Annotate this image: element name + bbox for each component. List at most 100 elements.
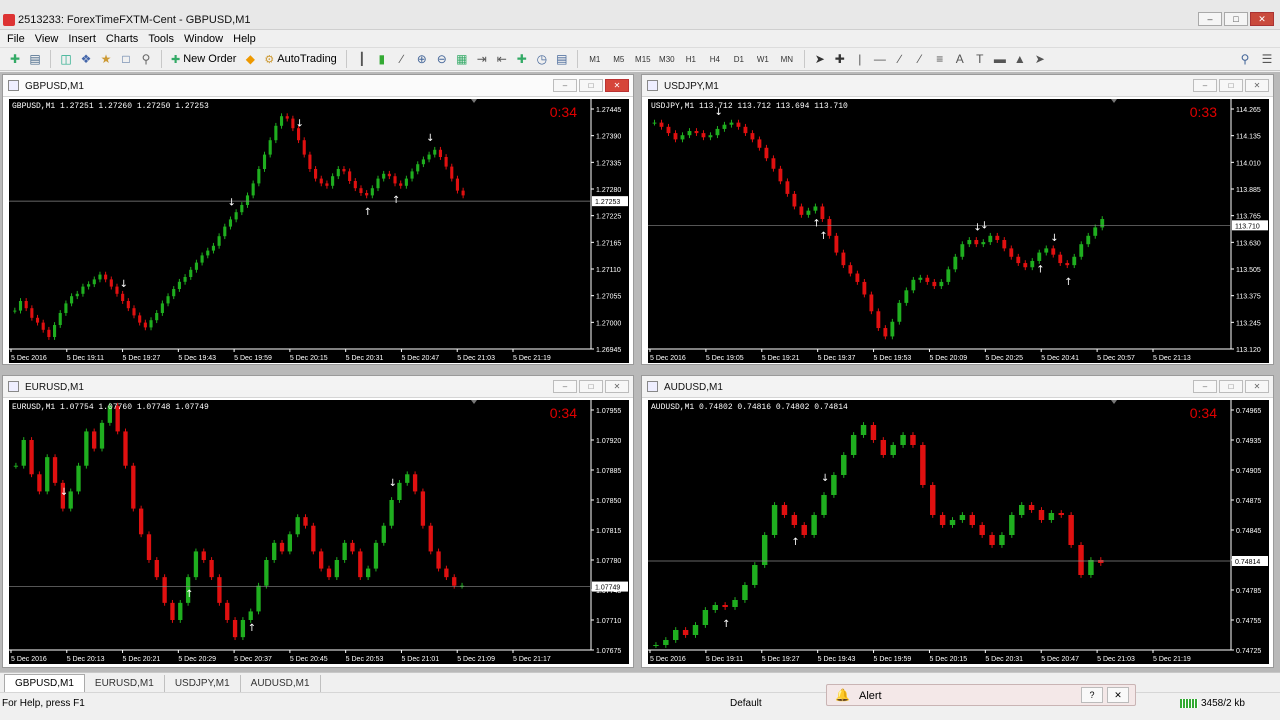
close-button[interactable]: ✕ (1250, 12, 1274, 26)
close-button[interactable]: ✕ (1107, 687, 1129, 703)
chart-shift-icon[interactable]: ⇤ (493, 50, 511, 68)
tile-windows-icon[interactable]: ▦ (453, 50, 471, 68)
maximize-button[interactable]: □ (1219, 79, 1243, 92)
close-button[interactable]: ✕ (1245, 380, 1269, 393)
minimize-button[interactable]: – (1193, 79, 1217, 92)
chart-window-usdjpy[interactable]: USDJPY,M1 – □ ✕ 114.265 114.135 114.010 113.8… (641, 74, 1274, 365)
candle-body (771, 158, 776, 169)
chart-window-titlebar[interactable]: EURUSD,M1 – □ ✕ (3, 376, 633, 398)
candle-body (450, 166, 454, 179)
crosshair-icon[interactable]: ✚ (831, 50, 849, 68)
search-icon[interactable]: ⚲ (1236, 50, 1254, 68)
market-watch-icon[interactable]: ◫ (57, 50, 75, 68)
zoom-out-icon[interactable]: ⊖ (433, 50, 451, 68)
menu-tools[interactable]: Tools (143, 33, 179, 45)
minimize-button[interactable]: – (553, 380, 577, 393)
chart-window-titlebar[interactable]: AUDUSD,M1 – □ ✕ (642, 376, 1273, 398)
menu-help[interactable]: Help (228, 33, 261, 45)
price-tick-label: 114.135 (1236, 134, 1261, 141)
cursor-icon[interactable]: ➤ (811, 50, 829, 68)
line-chart-icon[interactable]: ∕ (393, 50, 411, 68)
price-chart[interactable]: 0.74965 0.74935 0.74905 0.74875 0.74845 0.748… (648, 400, 1269, 664)
timeframe-m1[interactable]: M1 (584, 55, 606, 64)
close-button[interactable]: ✕ (605, 79, 629, 92)
chart-window-titlebar[interactable]: GBPUSD,M1 – □ ✕ (3, 75, 633, 97)
candle-body (138, 315, 142, 323)
price-chart[interactable]: 1.07955 1.07920 1.07885 1.07850 1.07815 1.077… (9, 400, 629, 664)
maximize-button[interactable]: □ (579, 79, 603, 92)
candle-body (932, 281, 937, 287)
auto-scroll-icon[interactable]: ⇥ (473, 50, 491, 68)
zoom-in-icon[interactable]: ⊕ (413, 50, 431, 68)
trendline-icon[interactable]: ∕ (891, 50, 909, 68)
candlestick-icon[interactable]: ▮ (373, 50, 391, 68)
chart-window-eurusd[interactable]: EURUSD,M1 – □ ✕ 1.07955 1.07920 1.07885 1.078… (2, 375, 634, 668)
indicators-icon[interactable]: ✚ (513, 50, 531, 68)
price-chart[interactable]: 1.27445 1.27390 1.27335 1.27280 1.27225 1.271… (9, 99, 629, 363)
vertical-line-icon[interactable]: | (851, 50, 869, 68)
maximize-button[interactable]: □ (1224, 12, 1248, 26)
tab-usdjpy[interactable]: USDJPY,M1 (165, 675, 241, 692)
triangle-icon[interactable]: ▲ (1011, 50, 1029, 68)
timeframe-h1[interactable]: H1 (680, 55, 702, 64)
candle-body (37, 474, 42, 492)
tab-audusd[interactable]: AUDUSD,M1 (241, 675, 321, 692)
timeframe-h4[interactable]: H4 (704, 55, 726, 64)
maximize-button[interactable]: □ (1219, 380, 1243, 393)
close-button[interactable]: ✕ (1245, 79, 1269, 92)
bar-chart-icon[interactable]: ┃ (353, 50, 371, 68)
maximize-button[interactable]: □ (579, 380, 603, 393)
templates-icon[interactable]: ▤ (553, 50, 571, 68)
arrow-icon[interactable]: ➤ (1031, 50, 1049, 68)
text-icon[interactable]: A (951, 50, 969, 68)
timeframe-m30[interactable]: M30 (656, 55, 678, 64)
fibonacci-icon[interactable]: ≡ (931, 50, 949, 68)
close-button[interactable]: ✕ (605, 380, 629, 393)
metaeditor-icon[interactable]: ◆ (241, 50, 259, 68)
rectangle-icon[interactable]: ▬ (991, 50, 1009, 68)
menu-insert[interactable]: Insert (63, 33, 101, 45)
timeframe-d1[interactable]: D1 (728, 55, 750, 64)
menu-view[interactable]: View (30, 33, 64, 45)
timeframe-m5[interactable]: M5 (608, 55, 630, 64)
menu-window[interactable]: Window (179, 33, 228, 45)
time-tick-label: 5 Dec 2016 (650, 656, 686, 663)
minimize-button[interactable]: – (1193, 380, 1217, 393)
new-order-button[interactable]: ✚ New Order (168, 53, 239, 66)
navigator-icon[interactable]: ★ (97, 50, 115, 68)
tester-icon[interactable]: ⚲ (137, 50, 155, 68)
chart-window-audusd[interactable]: AUDUSD,M1 – □ ✕ 0.74965 0.74935 0.74905 0.748… (641, 375, 1274, 668)
text-label-icon[interactable]: T (971, 50, 989, 68)
price-chart[interactable]: 114.265 114.135 114.010 113.885 113.765 113.6… (648, 99, 1269, 363)
chart-window-gbpusd[interactable]: GBPUSD,M1 – □ ✕ 1.27445 1.27390 1.27335 1.272… (2, 74, 634, 365)
periods-icon[interactable]: ◷ (533, 50, 551, 68)
channel-icon[interactable]: ⁄ (911, 50, 929, 68)
timeframe-w1[interactable]: W1 (752, 55, 774, 64)
help-button[interactable]: ? (1081, 687, 1103, 703)
menu-charts[interactable]: Charts (101, 33, 143, 45)
timeframe-mn[interactable]: MN (776, 55, 798, 64)
chart-window-title: USDJPY,M1 (664, 81, 719, 92)
menu-list-icon[interactable]: ☰ (1258, 50, 1276, 68)
toolbar: ✚ ▤ ◫ ❖ ★ □ ⚲ ✚ New Order ◆ ⚙ AutoTrading … (0, 47, 1280, 71)
profiles-icon[interactable]: ▤ (26, 50, 44, 68)
tab-gbpusd[interactable]: GBPUSD,M1 (4, 674, 85, 692)
menu-file[interactable]: File (2, 33, 30, 45)
horizontal-line-icon[interactable]: — (871, 50, 889, 68)
minimize-button[interactable]: – (1198, 12, 1222, 26)
chart-window-titlebar[interactable]: USDJPY,M1 – □ ✕ (642, 75, 1273, 97)
time-tick-label: 5 Dec 21:19 (513, 355, 551, 362)
price-tick-label: 1.27445 (596, 107, 621, 114)
new-chart-icon[interactable]: ✚ (6, 50, 24, 68)
alert-popup[interactable]: 🔔 Alert ? ✕ (826, 684, 1136, 706)
data-window-icon[interactable]: ❖ (77, 50, 95, 68)
autotrading-button[interactable]: ⚙ AutoTrading (261, 53, 339, 66)
tab-eurusd[interactable]: EURUSD,M1 (85, 675, 165, 692)
timeframe-m15[interactable]: M15 (632, 55, 654, 64)
candle-body (109, 279, 113, 287)
candle-body (359, 188, 363, 193)
candle-body (680, 135, 685, 140)
terminal-icon[interactable]: □ (117, 50, 135, 68)
candle-body (910, 435, 916, 445)
minimize-button[interactable]: – (553, 79, 577, 92)
